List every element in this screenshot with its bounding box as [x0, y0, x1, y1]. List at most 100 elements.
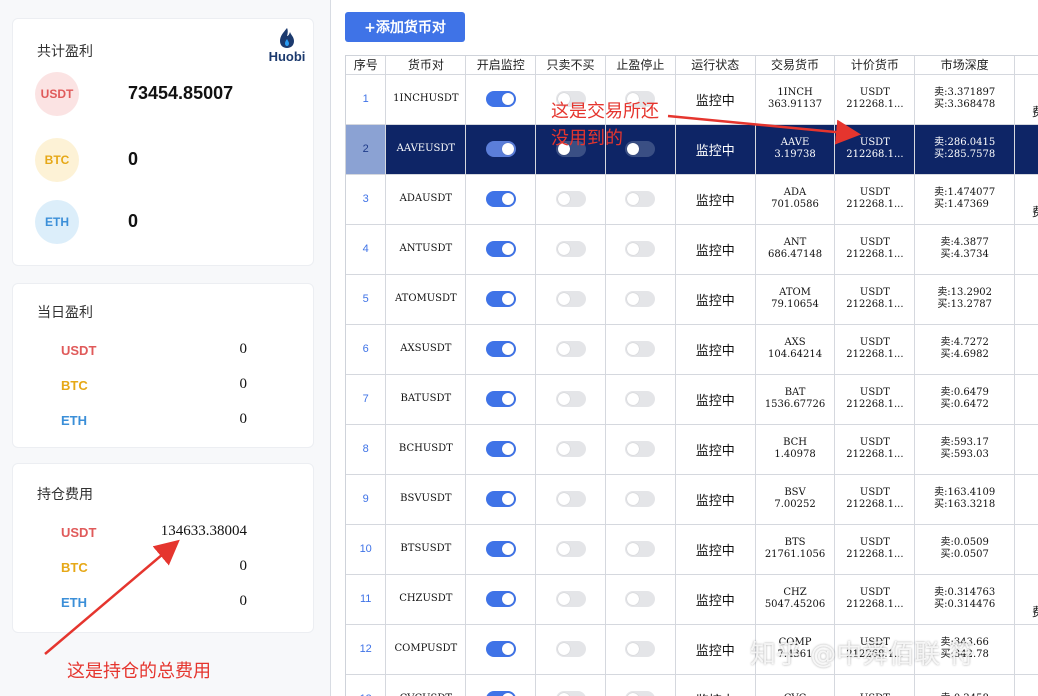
monitor-toggle[interactable]: [485, 541, 516, 557]
row-trade-coin: CVC: [755, 674, 836, 696]
row-index: 7: [346, 374, 387, 425]
monitor-toggle[interactable]: [485, 291, 516, 307]
tp-stop-toggle[interactable]: [625, 691, 656, 696]
sell-only-cell: [535, 324, 606, 375]
sell-only-toggle[interactable]: [555, 641, 586, 657]
tp-stop-toggle[interactable]: [625, 591, 656, 607]
toggle-knob: [501, 393, 514, 405]
col-header-depth[interactable]: 市场深度: [914, 56, 1016, 75]
fee-usdt-value: 134633.38004: [160, 523, 247, 539]
sell-only-toggle[interactable]: [555, 541, 586, 557]
table-row[interactable]: 13CVCUSDT监控中CVCUSDT卖:0.2458: [346, 674, 1038, 696]
table-row[interactable]: 11 CHZUSDT 监控中 CHZ 5047.45206 USDT 212268.1...…: [346, 574, 1038, 625]
trade-coin-amount: 1.40978: [774, 449, 816, 460]
toggle-knob: [557, 293, 570, 305]
table-row[interactable]: 4 ANTUSDT 监控中 ANT 686.47148 USDT 212268.1... 卖:…: [346, 224, 1038, 275]
monitor-toggle[interactable]: [485, 441, 516, 457]
col-header-pair[interactable]: 货币对: [385, 56, 467, 75]
row-quote-coin: USDT 212268.1...: [834, 124, 916, 175]
monitor-toggle[interactable]: [485, 491, 516, 507]
col-header-quote-coin[interactable]: 计价货币: [834, 56, 916, 75]
monitor-toggle[interactable]: [485, 91, 516, 107]
sell-only-cell: [535, 524, 606, 575]
sell-only-toggle[interactable]: [555, 341, 586, 357]
table-row[interactable]: 9 BSVUSDT 监控中 BSV 7.00252 USDT 212268.1... 卖:16…: [346, 474, 1038, 525]
trade-coin-name: AXS: [784, 337, 806, 348]
tp-stop-toggle[interactable]: [625, 291, 656, 307]
toggle-knob: [501, 193, 514, 205]
col-header-trade-coin[interactable]: 交易货币: [755, 56, 836, 75]
row-quote-coin: USDT 212268.1...: [834, 374, 916, 425]
tp-stop-toggle[interactable]: [625, 491, 656, 507]
position-fee-title: 持仓费用: [37, 487, 93, 503]
sell-only-toggle[interactable]: [555, 441, 586, 457]
fee-btc-value: 0: [239, 558, 248, 574]
row-extra: [1014, 674, 1038, 696]
sell-only-toggle[interactable]: [555, 241, 586, 257]
sell-only-toggle[interactable]: [555, 191, 586, 207]
monitor-toggle[interactable]: [485, 241, 516, 257]
tp-stop-toggle[interactable]: [625, 641, 656, 657]
tp-stop-toggle[interactable]: [625, 241, 656, 257]
table-row[interactable]: 5 ATOMUSDT 监控中 ATOM 79.10654 USDT 212268.1... 卖…: [346, 274, 1038, 325]
tp-stop-toggle[interactable]: [625, 441, 656, 457]
toggle-knob: [501, 93, 514, 105]
row-pair: AAVEUSDT: [385, 124, 467, 175]
monitor-toggle[interactable]: [485, 641, 516, 657]
quote-coin-amount: 212268.1...: [846, 199, 904, 210]
trade-coin-name: BCH: [783, 437, 807, 448]
col-header-index[interactable]: 序号: [346, 56, 387, 75]
table-row[interactable]: 2 AAVEUSDT 监控中 AAVE 3.19738 USDT 212268.1... 卖:…: [346, 124, 1038, 175]
row-pair: CHZUSDT: [385, 574, 467, 625]
col-header-status[interactable]: 运行状态: [675, 56, 756, 75]
row-extra: [1014, 124, 1038, 175]
sell-only-toggle[interactable]: [555, 491, 586, 507]
row-extra: 费: [1014, 574, 1038, 625]
sell-only-toggle[interactable]: [555, 691, 586, 696]
trade-coin-name: BAT: [784, 387, 806, 398]
table-row[interactable]: 1 1INCHUSDT 监控中 1INCH 363.91137 USDT 212268.1.…: [346, 74, 1038, 125]
col-header-monitor[interactable]: 开启监控: [465, 56, 537, 75]
monitor-toggle[interactable]: [485, 591, 516, 607]
row-index: 5: [346, 274, 387, 325]
row-extra: [1014, 224, 1038, 275]
sell-only-toggle[interactable]: [555, 391, 586, 407]
row-trade-coin: 1INCH 363.91137: [755, 74, 836, 125]
tp-stop-toggle[interactable]: [625, 541, 656, 557]
depth-buy: 买:285.7578: [934, 149, 996, 160]
table-row[interactable]: 7 BATUSDT 监控中 BAT 1536.67726 USDT 212268.1... 卖…: [346, 374, 1038, 425]
row-depth: 卖:1.474077 买:1.47369: [914, 174, 1016, 225]
monitor-toggle[interactable]: [485, 691, 516, 696]
row-trade-coin: CHZ 5047.45206: [755, 574, 836, 625]
table-row[interactable]: 10 BTSUSDT 监控中 BTS 21761.1056 USDT 212268.1...…: [346, 524, 1038, 575]
depth-values: 卖:3.371897 买:3.368478: [934, 87, 995, 111]
row-depth: 卖:0.0509 买:0.0507: [914, 524, 1016, 575]
row-depth: 卖:593.17 买:593.03: [914, 424, 1016, 475]
col-header-extra: [1014, 56, 1038, 75]
quote-coin-name: USDT: [859, 187, 890, 198]
tp-stop-toggle[interactable]: [625, 141, 656, 157]
table-row[interactable]: 3 ADAUSDT 监控中 ADA 701.0586 USDT 212268.1... 卖:1…: [346, 174, 1038, 225]
monitor-cell: [465, 424, 537, 475]
position-fee-card: 持仓费用 USDT 134633.38004 BTC 0 ETH 0: [12, 463, 314, 633]
table-row[interactable]: 6 AXSUSDT 监控中 AXS 104.64214 USDT 212268.1... 卖:…: [346, 324, 1038, 375]
col-header-sell-only[interactable]: 只卖不买: [535, 56, 606, 75]
monitor-toggle[interactable]: [485, 341, 516, 357]
trade-coin-amount: 3.19738: [774, 149, 816, 160]
monitor-toggle[interactable]: [485, 191, 516, 207]
toggle-knob: [557, 493, 570, 505]
depth-sell: 卖:3.371897: [934, 87, 996, 98]
monitor-toggle[interactable]: [485, 391, 516, 407]
sell-only-toggle[interactable]: [555, 591, 586, 607]
row-depth: 卖:286.0415 买:285.7578: [914, 124, 1016, 175]
toggle-knob: [501, 543, 514, 555]
col-header-tp-stop[interactable]: 止盈停止: [605, 56, 676, 75]
tp-stop-toggle[interactable]: [625, 391, 656, 407]
sell-only-toggle[interactable]: [555, 291, 586, 307]
depth-values: 卖:0.314763 买:0.314476: [934, 587, 995, 611]
tp-stop-toggle[interactable]: [625, 191, 656, 207]
monitor-toggle[interactable]: [485, 141, 516, 157]
add-pair-button[interactable]: +添加货币对: [345, 12, 465, 42]
table-row[interactable]: 8 BCHUSDT 监控中 BCH 1.40978 USDT 212268.1... 卖:59…: [346, 424, 1038, 475]
tp-stop-toggle[interactable]: [625, 341, 656, 357]
